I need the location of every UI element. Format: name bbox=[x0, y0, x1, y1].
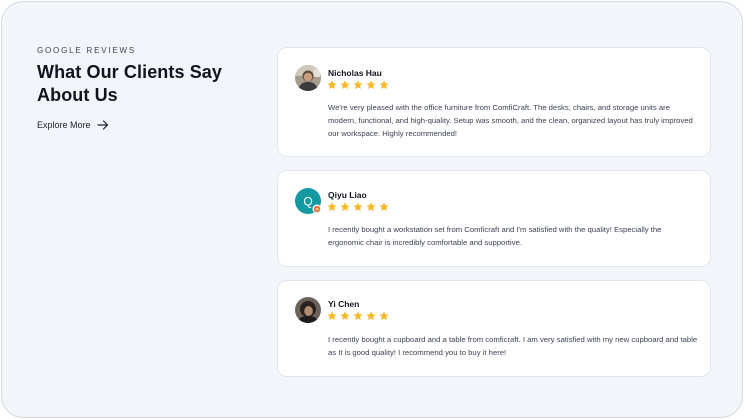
avatar: Q bbox=[295, 188, 322, 214]
avatar bbox=[295, 65, 321, 91]
review-text: I recently bought a cupboard and a table… bbox=[328, 335, 698, 357]
star-icon bbox=[340, 311, 350, 320]
section-heading: What Our Clients Say About Us bbox=[37, 61, 257, 107]
reviews-section: GOOGLE REVIEWS What Our Clients Say Abou… bbox=[1, 1, 743, 418]
section-eyebrow: GOOGLE REVIEWS bbox=[37, 46, 136, 55]
reviewer-name: Yi Chen bbox=[328, 299, 360, 309]
star-icon bbox=[353, 80, 363, 89]
avatar bbox=[295, 297, 321, 323]
explore-more-link[interactable]: Explore More bbox=[37, 120, 257, 130]
review-card: Q Qiyu Liao I recently bought a workstat… bbox=[277, 170, 711, 267]
star-rating bbox=[327, 311, 389, 321]
star-rating bbox=[327, 202, 389, 212]
star-icon bbox=[327, 202, 337, 211]
section-heading-line-1: What Our Clients Say bbox=[37, 62, 223, 82]
section-heading-line-2: About Us bbox=[37, 85, 118, 105]
review-text: We're very pleased with the office furni… bbox=[328, 103, 693, 138]
star-icon bbox=[353, 311, 363, 320]
star-icon bbox=[366, 80, 376, 89]
star-icon bbox=[327, 80, 337, 89]
star-icon bbox=[366, 311, 376, 320]
avatar-photo bbox=[295, 297, 321, 323]
star-icon bbox=[340, 202, 350, 211]
review-text: I recently bought a workstation set from… bbox=[328, 225, 662, 247]
review-card: Yi Chen I recently bought a cupboard and… bbox=[277, 280, 711, 377]
avatar-photo bbox=[295, 65, 321, 91]
star-rating bbox=[327, 80, 389, 90]
avatar-initial-letter: Q bbox=[303, 195, 312, 209]
review-card: Nicholas Hau We're very pleased with the… bbox=[277, 47, 711, 157]
section-intro: GOOGLE REVIEWS What Our Clients Say Abou… bbox=[37, 46, 257, 130]
star-icon bbox=[366, 202, 376, 211]
reviewer-name: Qiyu Liao bbox=[328, 190, 367, 200]
star-icon bbox=[353, 202, 363, 211]
star-icon bbox=[340, 80, 350, 89]
explore-more-label: Explore More bbox=[37, 120, 91, 130]
star-icon bbox=[379, 202, 389, 211]
star-icon bbox=[379, 311, 389, 320]
reviewer-name: Nicholas Hau bbox=[328, 68, 382, 78]
arrow-right-icon bbox=[96, 120, 108, 130]
avatar-initial: Q bbox=[295, 188, 322, 214]
star-icon bbox=[327, 311, 337, 320]
star-icon bbox=[379, 80, 389, 89]
